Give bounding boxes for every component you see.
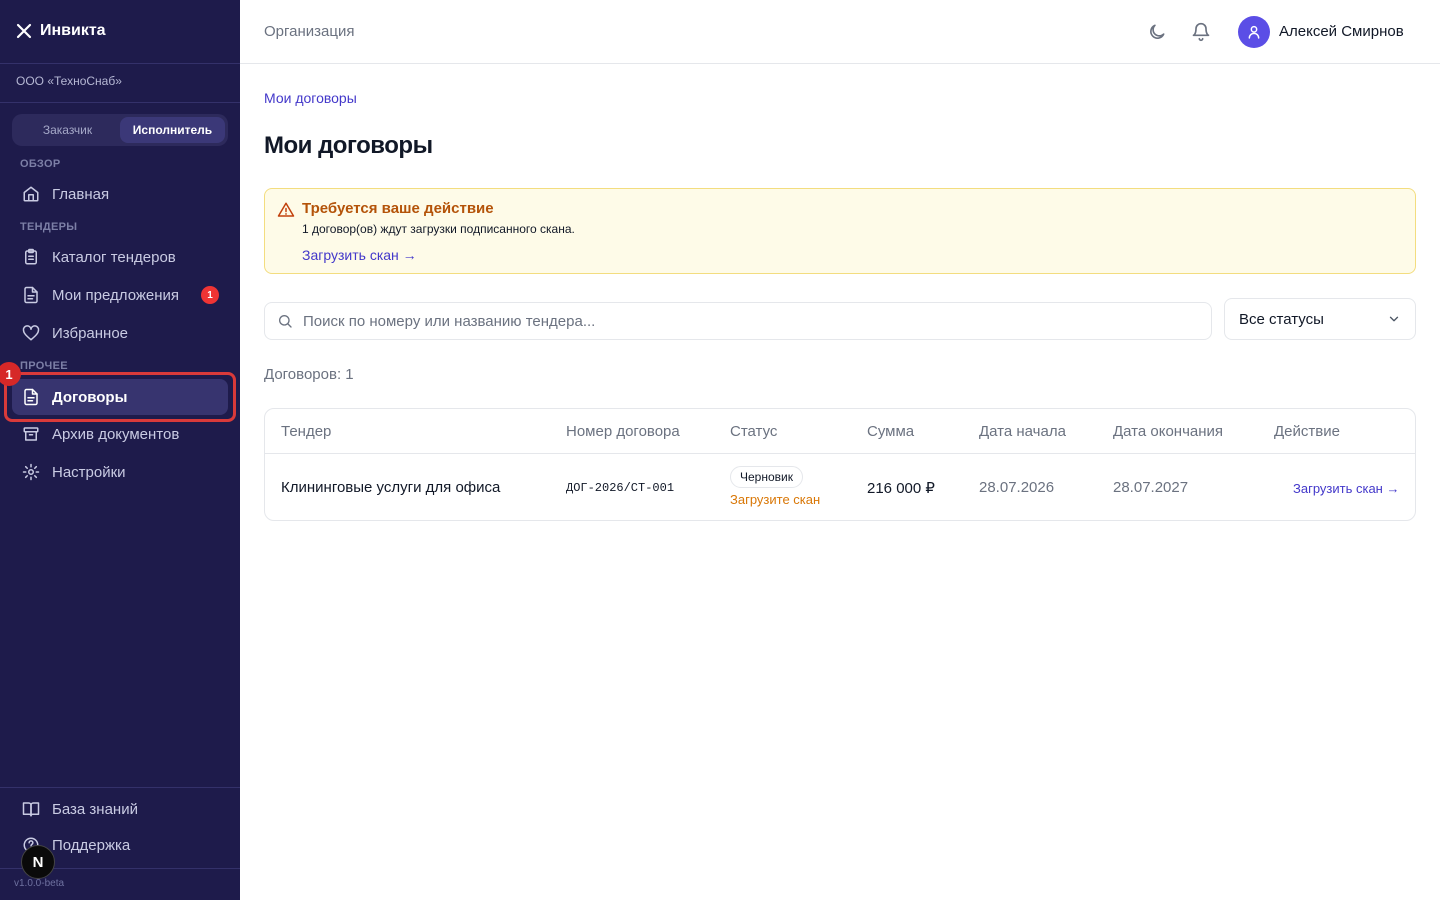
status-filter-value: Все статусы	[1239, 310, 1324, 328]
breadcrumb[interactable]: Мои договоры	[264, 90, 357, 106]
sidebar-item-label: Поддержка	[52, 836, 131, 854]
sidebar: Инвикта ООО «ТехноСнаб» Заказчик Исполни…	[0, 0, 240, 900]
alert-text: 1 договор(ов) ждут загрузки подписанного…	[302, 222, 575, 236]
sidebar-item-favorites[interactable]: Избранное	[12, 315, 228, 351]
app-logo[interactable]: Инвикта	[16, 20, 106, 42]
role-executor-button[interactable]: Исполнитель	[120, 117, 225, 143]
contracts-count: Договоров: 1	[264, 366, 354, 383]
sidebar-divider	[0, 102, 240, 103]
sidebar-item-label: Архив документов	[52, 425, 180, 443]
cell-contract-number: ДОГ-2026/СТ-001	[566, 481, 675, 495]
sidebar-item-label: Мои предложения	[52, 286, 180, 304]
bell-icon[interactable]	[1191, 22, 1211, 42]
document-icon	[24, 286, 38, 304]
home-icon	[23, 186, 39, 202]
offers-count-badge: 1	[201, 286, 220, 304]
sidebar-item-label: Избранное	[52, 324, 129, 342]
search-box	[264, 302, 1212, 340]
action-required-alert: Требуется ваше действие 1 договор(ов) жд…	[264, 188, 1416, 274]
column-header: Тендер	[281, 423, 332, 440]
sidebar-item-offers[interactable]: Мои предложения 1	[12, 277, 228, 313]
section-label-other: ПРОЧЕЕ	[20, 360, 68, 372]
section-label-overview: ОБЗОР	[20, 158, 61, 170]
column-header: Дата окончания	[1113, 423, 1224, 440]
sidebar-item-label: База знаний	[52, 800, 138, 818]
column-header: Сумма	[867, 423, 915, 440]
upload-scan-action-link[interactable]: Загрузить скан →	[1293, 481, 1399, 496]
sidebar-divider	[0, 63, 240, 64]
user-icon	[1248, 25, 1260, 39]
contracts-table: Тендер Номер договора Статус Сумма Дата …	[264, 408, 1416, 521]
column-header: Статус	[730, 423, 778, 440]
chevron-down-icon	[1389, 316, 1399, 322]
status-badge: Черновик	[730, 466, 803, 488]
sidebar-item-label: Каталог тендеров	[52, 248, 176, 266]
role-customer-button[interactable]: Заказчик	[15, 117, 120, 143]
column-header: Номер договора	[566, 423, 680, 440]
heart-icon	[22, 325, 40, 341]
cell-amount: 216 000 ₽	[867, 480, 935, 497]
cell-start-date: 28.07.2026	[979, 479, 1055, 496]
cell-tender: Клининговые услуги для офиса	[281, 479, 501, 496]
sidebar-item-archive[interactable]: Архив документов	[12, 416, 228, 452]
sidebar-item-knowledge[interactable]: База знаний	[12, 791, 228, 827]
user-name[interactable]: Алексей Смирнов	[1279, 23, 1404, 40]
status-filter-select[interactable]: Все статусы	[1224, 298, 1416, 340]
sidebar-item-label: Главная	[52, 185, 110, 203]
sidebar-item-home[interactable]: Главная	[12, 176, 228, 212]
sidebar-item-settings[interactable]: Настройки	[12, 454, 228, 490]
cell-end-date: 28.07.2027	[1113, 479, 1189, 496]
sidebar-item-contracts[interactable]: Договоры	[12, 379, 228, 415]
moon-icon[interactable]	[1147, 22, 1167, 42]
warning-icon	[277, 202, 295, 217]
role-switch: Заказчик Исполнитель	[12, 114, 228, 146]
sidebar-item-label: Настройки	[52, 463, 126, 481]
clipboard-icon	[25, 248, 37, 265]
sidebar-divider	[0, 787, 240, 788]
column-header: Действие	[1274, 423, 1340, 440]
app-name: Инвикта	[40, 22, 106, 39]
sidebar-item-label: Договоры	[52, 388, 128, 406]
gear-icon	[22, 463, 40, 481]
alert-title: Требуется ваше действие	[302, 200, 494, 217]
dev-tools-button[interactable]: N	[21, 845, 55, 879]
section-label-tenders: ТЕНДЕРЫ	[20, 221, 78, 233]
organization-name: ООО «ТехноСнаб»	[16, 74, 122, 88]
archive-icon	[23, 427, 39, 441]
column-header: Дата начала	[979, 423, 1066, 440]
sidebar-item-catalog[interactable]: Каталог тендеров	[12, 239, 228, 275]
search-input[interactable]	[303, 312, 1183, 330]
book-icon	[22, 802, 40, 817]
search-icon	[279, 315, 292, 328]
page-title: Мои договоры	[264, 132, 433, 159]
status-note: Загрузите скан	[730, 492, 821, 507]
table-header: Тендер Номер договора Статус Сумма Дата …	[265, 409, 1415, 454]
topbar-breadcrumb[interactable]: Организация	[264, 23, 354, 40]
document-icon	[24, 388, 38, 406]
avatar[interactable]	[1238, 16, 1270, 48]
app-version: v1.0.0-beta	[14, 878, 65, 889]
topbar: Организация Алексей Смирнов	[240, 0, 1440, 64]
logo-x-icon	[16, 23, 32, 39]
upload-scan-link[interactable]: Загрузить скан →	[302, 247, 417, 263]
